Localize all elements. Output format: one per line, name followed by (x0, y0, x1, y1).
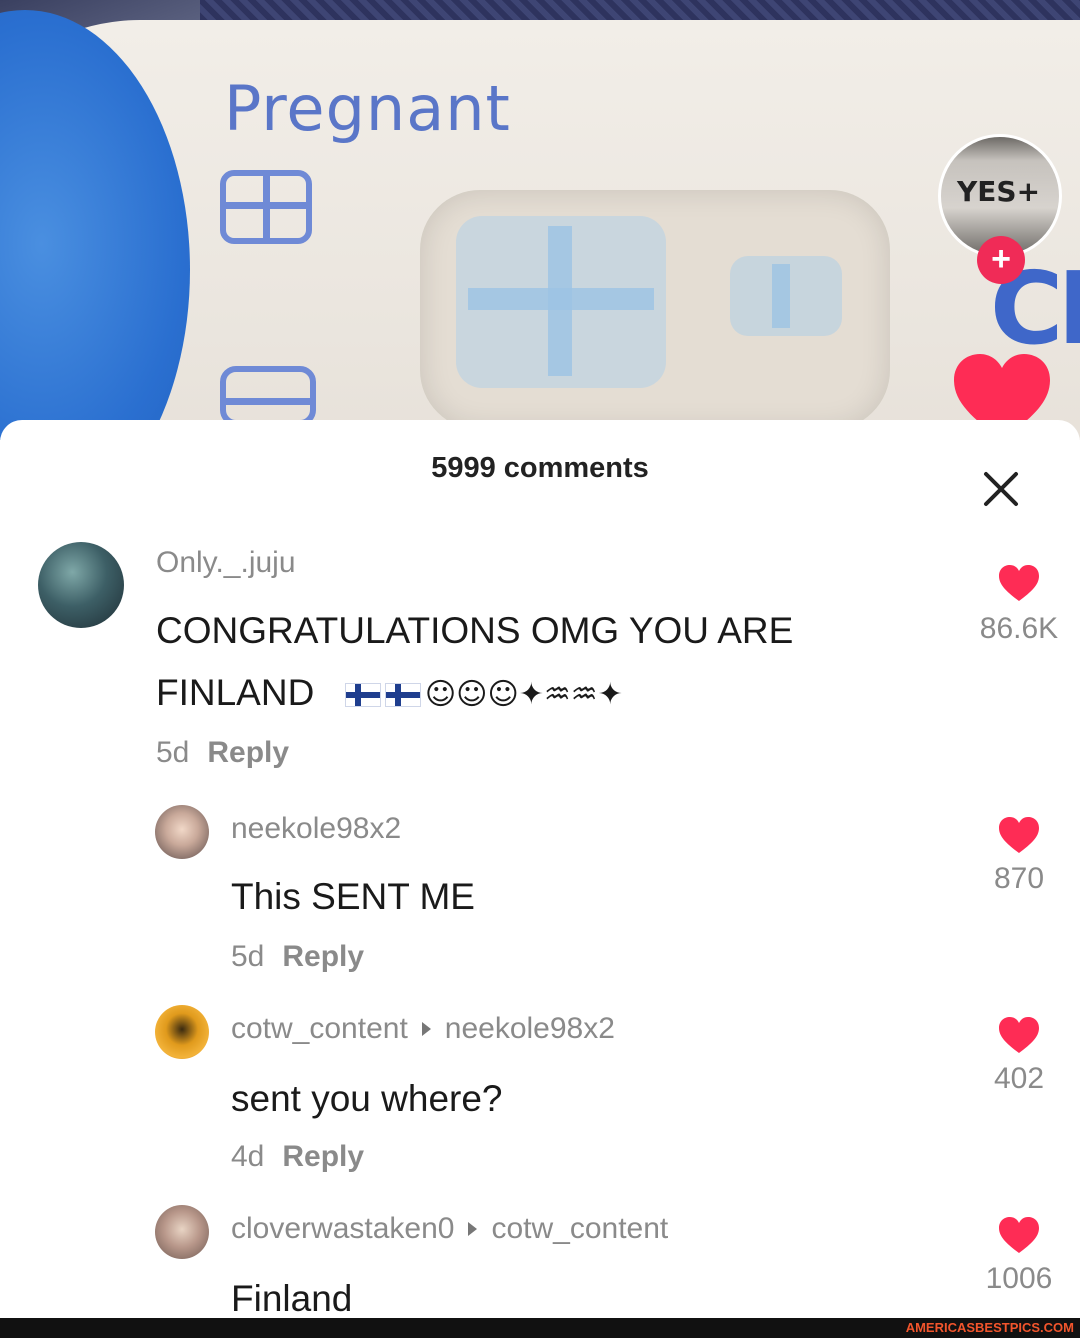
party-popper-icon: ✦ (518, 677, 544, 713)
comment-text: CONGRATULATIONS OMG YOU ARE FINLAND ☺☺☺✦… (156, 600, 793, 726)
comment-username[interactable]: cloverwastaken0 (231, 1212, 454, 1245)
like-count: 86.6K (979, 612, 1059, 645)
follow-button[interactable]: + (977, 236, 1025, 284)
reply-to-username[interactable]: cotw_content (491, 1212, 668, 1245)
avatar[interactable] (155, 1205, 209, 1259)
avatar-yes-text: YES+ (957, 175, 1041, 208)
comment-text-word: FINLAND (156, 672, 315, 713)
comment-meta: 5d Reply (156, 736, 289, 770)
comment-meta: 5d Reply (231, 940, 364, 974)
like-heart-icon[interactable] (998, 816, 1040, 854)
watermark-text: AMERICASBESTPICS.COM (905, 1320, 1074, 1335)
avatar[interactable] (155, 805, 209, 859)
comment-age: 5d (156, 736, 190, 769)
party-popper-icon: ✦ (597, 677, 623, 713)
comment-meta: 4d Reply (231, 1140, 364, 1174)
comments-sheet: 5999 comments Only._.juju CONGRATULATION… (0, 420, 1080, 1338)
comment-username-row: cotw_content neekole98x2 (231, 1012, 615, 1046)
like-heart-icon[interactable] (998, 564, 1040, 602)
comment-age: 5d (231, 940, 265, 973)
video-background[interactable]: Pregnant CI YES+ + (0, 0, 1080, 440)
reply-button[interactable]: Reply (282, 940, 364, 973)
partying-face-icon: ☺ (487, 677, 519, 713)
partying-face-icon: ☺ (456, 677, 488, 713)
like-heart-icon[interactable] (998, 1016, 1040, 1054)
like-heart-icon[interactable] (998, 1216, 1040, 1254)
close-icon[interactable] (982, 470, 1020, 508)
comment-text-line: FINLAND ☺☺☺✦♒♒✦ (156, 662, 793, 726)
finland-flag-icon (384, 683, 421, 708)
like-count: 870 (993, 862, 1045, 895)
comments-count-title: 5999 comments (431, 452, 649, 484)
reply-button[interactable]: Reply (207, 736, 289, 769)
like-count: 1006 (985, 1262, 1053, 1295)
test-pregnant-label: Pregnant (224, 72, 511, 145)
like-count: 402 (993, 1062, 1045, 1095)
jellyfish-icon: ♒ (570, 677, 598, 713)
avatar[interactable] (155, 1005, 209, 1059)
reply-to-username[interactable]: neekole98x2 (445, 1012, 615, 1045)
reply-button[interactable]: Reply (282, 1140, 364, 1173)
reply-arrow-icon (421, 1022, 431, 1037)
comment-text-line: CONGRATULATIONS OMG YOU ARE (156, 610, 794, 651)
test-result-window (456, 216, 666, 388)
finland-flag-icon (344, 683, 381, 708)
comment-username[interactable]: cotw_content (231, 1012, 408, 1045)
comment-text: sent you where? (231, 1078, 503, 1119)
jellyfish-icon: ♒ (543, 677, 571, 713)
avatar[interactable] (38, 542, 124, 628)
test-control-window (730, 256, 842, 336)
comment-username-row: cloverwastaken0 cotw_content (231, 1212, 668, 1246)
comment-text: This SENT ME (231, 876, 475, 917)
reply-arrow-icon (468, 1222, 478, 1237)
watermark-bar: AMERICASBESTPICS.COM (0, 1318, 1080, 1338)
comment-username[interactable]: Only._.juju (156, 546, 296, 580)
comment-age: 4d (231, 1140, 265, 1173)
plus-result-icon (220, 170, 312, 244)
comment-username[interactable]: neekole98x2 (231, 812, 401, 846)
partying-face-icon: ☺ (424, 677, 457, 713)
minus-result-icon (220, 366, 316, 426)
